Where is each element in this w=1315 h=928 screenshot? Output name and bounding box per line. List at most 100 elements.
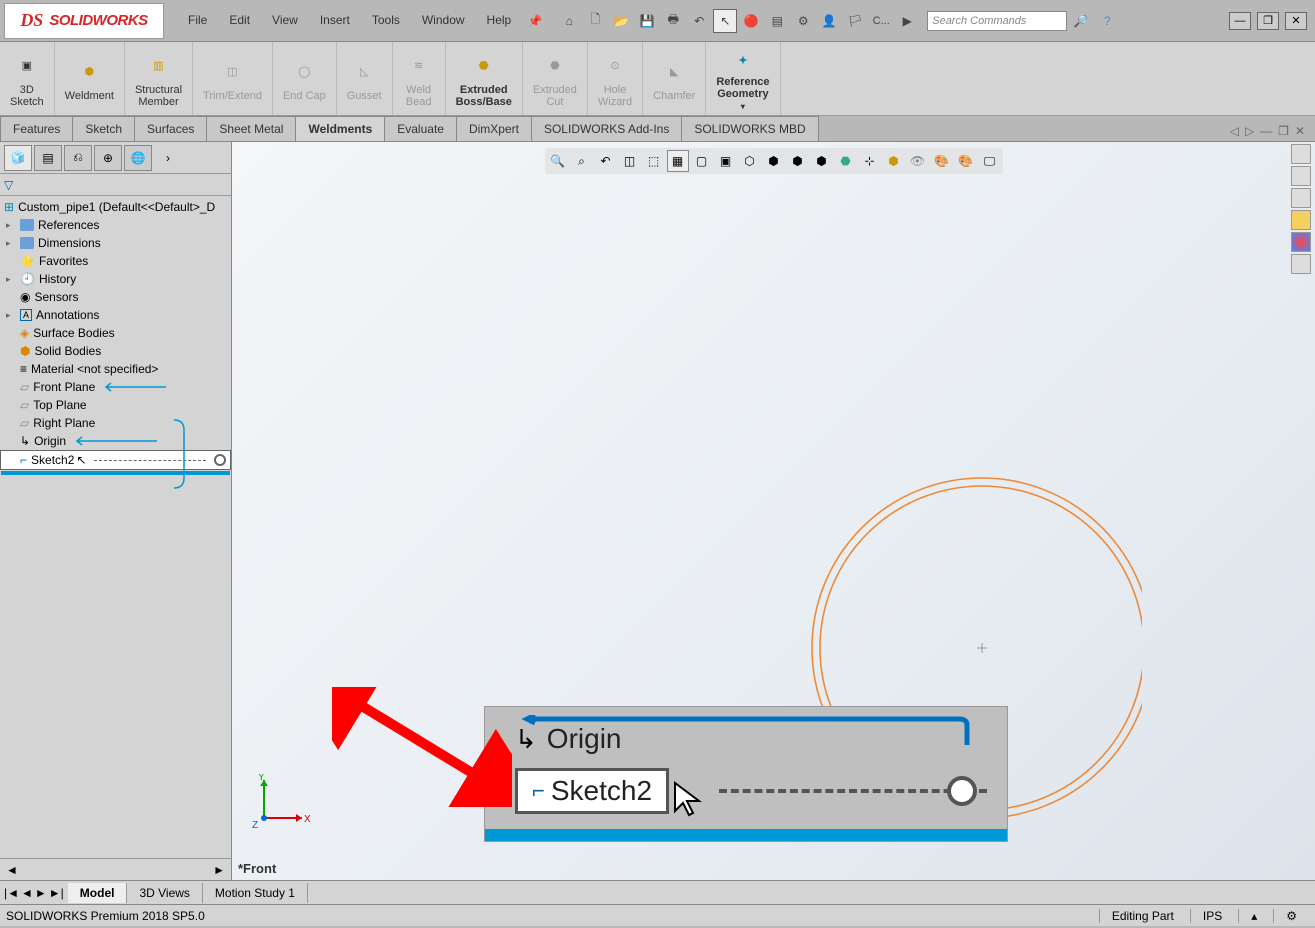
tab-display-manager-icon[interactable]: 🌐 <box>124 145 152 171</box>
doc-prev-icon[interactable]: ◁ <box>1230 124 1239 138</box>
tree-sketch2[interactable]: ⌐ Sketch2 ↖ <box>0 450 231 470</box>
forum-icon[interactable]: 🏳 <box>843 9 867 33</box>
tab-sketch[interactable]: Sketch <box>72 116 135 141</box>
display-style-icon[interactable]: ▦ <box>667 150 689 172</box>
shaded-edges-icon[interactable]: ⬡ <box>739 150 761 172</box>
tree-right-plane[interactable]: ▱Right Plane <box>0 414 231 432</box>
tree-solid-bodies[interactable]: ⬢Solid Bodies <box>0 342 231 360</box>
tree-history[interactable]: ▸🕘History <box>0 270 231 288</box>
task-view-palette-icon[interactable] <box>1291 210 1311 230</box>
tree-material[interactable]: ≡Material <not specified> <box>0 360 231 378</box>
tree-filter[interactable]: ▽ <box>0 174 231 196</box>
prev-view-icon[interactable]: ↶ <box>595 150 617 172</box>
tab-weldments[interactable]: Weldments <box>295 116 385 141</box>
help-icon[interactable]: ? <box>1095 9 1119 33</box>
tab-sheet-metal[interactable]: Sheet Metal <box>206 116 296 141</box>
bottom-tab-model[interactable]: Model <box>68 883 128 903</box>
close-button[interactable]: ✕ <box>1285 12 1307 30</box>
menu-view[interactable]: View <box>262 9 308 33</box>
pin-icon[interactable]: 📌 <box>523 9 547 33</box>
rebuild-icon[interactable]: 🔴 <box>739 9 763 33</box>
shaded-icon[interactable]: ⬢ <box>763 150 785 172</box>
doc-minimize-icon[interactable]: — <box>1260 124 1272 138</box>
menu-help[interactable]: Help <box>477 9 522 33</box>
tree-origin[interactable]: ↳Origin <box>0 432 231 450</box>
tab-nav-first-icon[interactable]: |◄ <box>4 886 19 900</box>
cube-icon[interactable]: ⬣ <box>835 150 857 172</box>
scroll-left-icon[interactable]: ◄ <box>6 863 18 877</box>
ribbon-3d-sketch[interactable]: ▣3D Sketch <box>0 42 55 115</box>
doc-restore-icon[interactable]: ❐ <box>1278 124 1289 138</box>
axis-icon[interactable]: ⊹ <box>859 150 881 172</box>
tree-favorites[interactable]: ⭐Favorites <box>0 252 231 270</box>
menu-insert[interactable]: Insert <box>310 9 360 33</box>
tree-sensors[interactable]: ◉Sensors <box>0 288 231 306</box>
tree-top-plane[interactable]: ▱Top Plane <box>0 396 231 414</box>
search-input[interactable]: Search Commands <box>927 11 1067 31</box>
status-units[interactable]: IPS <box>1190 909 1234 923</box>
maximize-button[interactable]: ❐ <box>1257 12 1279 30</box>
tab-property-manager-icon[interactable]: ▤ <box>34 145 62 171</box>
appearance-icon[interactable]: 🎨 <box>931 150 953 172</box>
open-icon[interactable]: 📂 <box>609 9 633 33</box>
tab-config-manager-icon[interactable]: ⎌ <box>64 145 92 171</box>
ribbon-weldment[interactable]: ⬢Weldment <box>55 42 125 115</box>
task-appearances-icon[interactable] <box>1291 232 1311 252</box>
tab-addins[interactable]: SOLIDWORKS Add-Ins <box>531 116 682 141</box>
tab-mbd[interactable]: SOLIDWORKS MBD <box>681 116 818 141</box>
section-view-icon[interactable]: ◫ <box>619 150 641 172</box>
tab-feature-tree-icon[interactable]: 🧊 <box>4 145 32 171</box>
rollback-bar[interactable] <box>1 471 230 475</box>
tab-evaluate[interactable]: Evaluate <box>384 116 457 141</box>
status-settings-icon[interactable]: ⚙ <box>1273 909 1309 923</box>
tab-nav-last-icon[interactable]: ►| <box>49 886 64 900</box>
tree-front-plane[interactable]: ▱Front Plane <box>0 378 231 396</box>
home-icon[interactable]: ⌂ <box>557 9 581 33</box>
settings-icon[interactable]: ⚙ <box>791 9 815 33</box>
task-custom-props-icon[interactable] <box>1291 254 1311 274</box>
view-orient-icon[interactable]: ⬚ <box>643 150 665 172</box>
undo-icon[interactable]: ↶ <box>687 9 711 33</box>
user-icon[interactable]: 👤 <box>817 9 841 33</box>
monitor-icon[interactable]: 🖵 <box>979 150 1001 172</box>
wireframe-icon[interactable]: ▣ <box>715 150 737 172</box>
tab-features[interactable]: Features <box>0 116 73 141</box>
status-dropdown-icon[interactable]: ▴ <box>1238 909 1269 923</box>
tree-dimensions[interactable]: ▸Dimensions <box>0 234 231 252</box>
tree-references[interactable]: ▸References <box>0 216 231 234</box>
minimize-button[interactable]: — <box>1229 12 1251 30</box>
tab-dimxpert[interactable]: DimXpert <box>456 116 532 141</box>
hidden-lines-icon[interactable]: ▢ <box>691 150 713 172</box>
zoom-area-icon[interactable]: ⌕ <box>571 150 593 172</box>
graphics-viewport[interactable]: 🔍 ⌕ ↶ ◫ ⬚ ▦ ▢ ▣ ⬡ ⬢ ⬢ ⬢ ⬣ ⊹ ⬢ 👁 🎨 🎨 🖵 <box>232 142 1315 880</box>
scroll-right-icon[interactable]: ► <box>213 863 225 877</box>
bottom-tab-3dviews[interactable]: 3D Views <box>127 883 202 903</box>
zoom-fit-icon[interactable]: 🔍 <box>547 150 569 172</box>
ribbon-extruded-boss[interactable]: ⬣Extruded Boss/Base <box>446 42 523 115</box>
tab-nav-prev-icon[interactable]: ◄ <box>21 886 33 900</box>
task-home-icon[interactable] <box>1291 144 1311 164</box>
shadow-icon[interactable]: ⬢ <box>787 150 809 172</box>
perspective-icon[interactable]: ⬢ <box>811 150 833 172</box>
doc-next-icon[interactable]: ▷ <box>1245 124 1254 138</box>
search-dropdown-icon[interactable]: 🔎 <box>1069 9 1093 33</box>
run-icon[interactable]: ▶ <box>895 9 919 33</box>
ribbon-structural-member[interactable]: ▥Structural Member <box>125 42 193 115</box>
doc-close-icon[interactable]: ✕ <box>1295 124 1305 138</box>
tab-surfaces[interactable]: Surfaces <box>134 116 207 141</box>
tab-nav-next-icon[interactable]: ► <box>35 886 47 900</box>
hide-show-icon[interactable]: 👁 <box>907 150 929 172</box>
menu-file[interactable]: File <box>178 9 217 33</box>
scene-icon[interactable]: ⬢ <box>883 150 905 172</box>
bottom-tab-motion[interactable]: Motion Study 1 <box>203 883 308 903</box>
menu-edit[interactable]: Edit <box>219 9 260 33</box>
select-icon[interactable]: ↖ <box>713 9 737 33</box>
tree-surface-bodies[interactable]: ◈Surface Bodies <box>0 324 231 342</box>
save-icon[interactable]: 💾 <box>635 9 659 33</box>
task-design-lib-icon[interactable] <box>1291 166 1311 186</box>
menu-window[interactable]: Window <box>412 9 475 33</box>
task-file-explorer-icon[interactable] <box>1291 188 1311 208</box>
options-icon[interactable]: ▤ <box>765 9 789 33</box>
tree-annotations[interactable]: ▸AAnnotations <box>0 306 231 324</box>
rollback-handle-icon[interactable] <box>214 454 226 466</box>
